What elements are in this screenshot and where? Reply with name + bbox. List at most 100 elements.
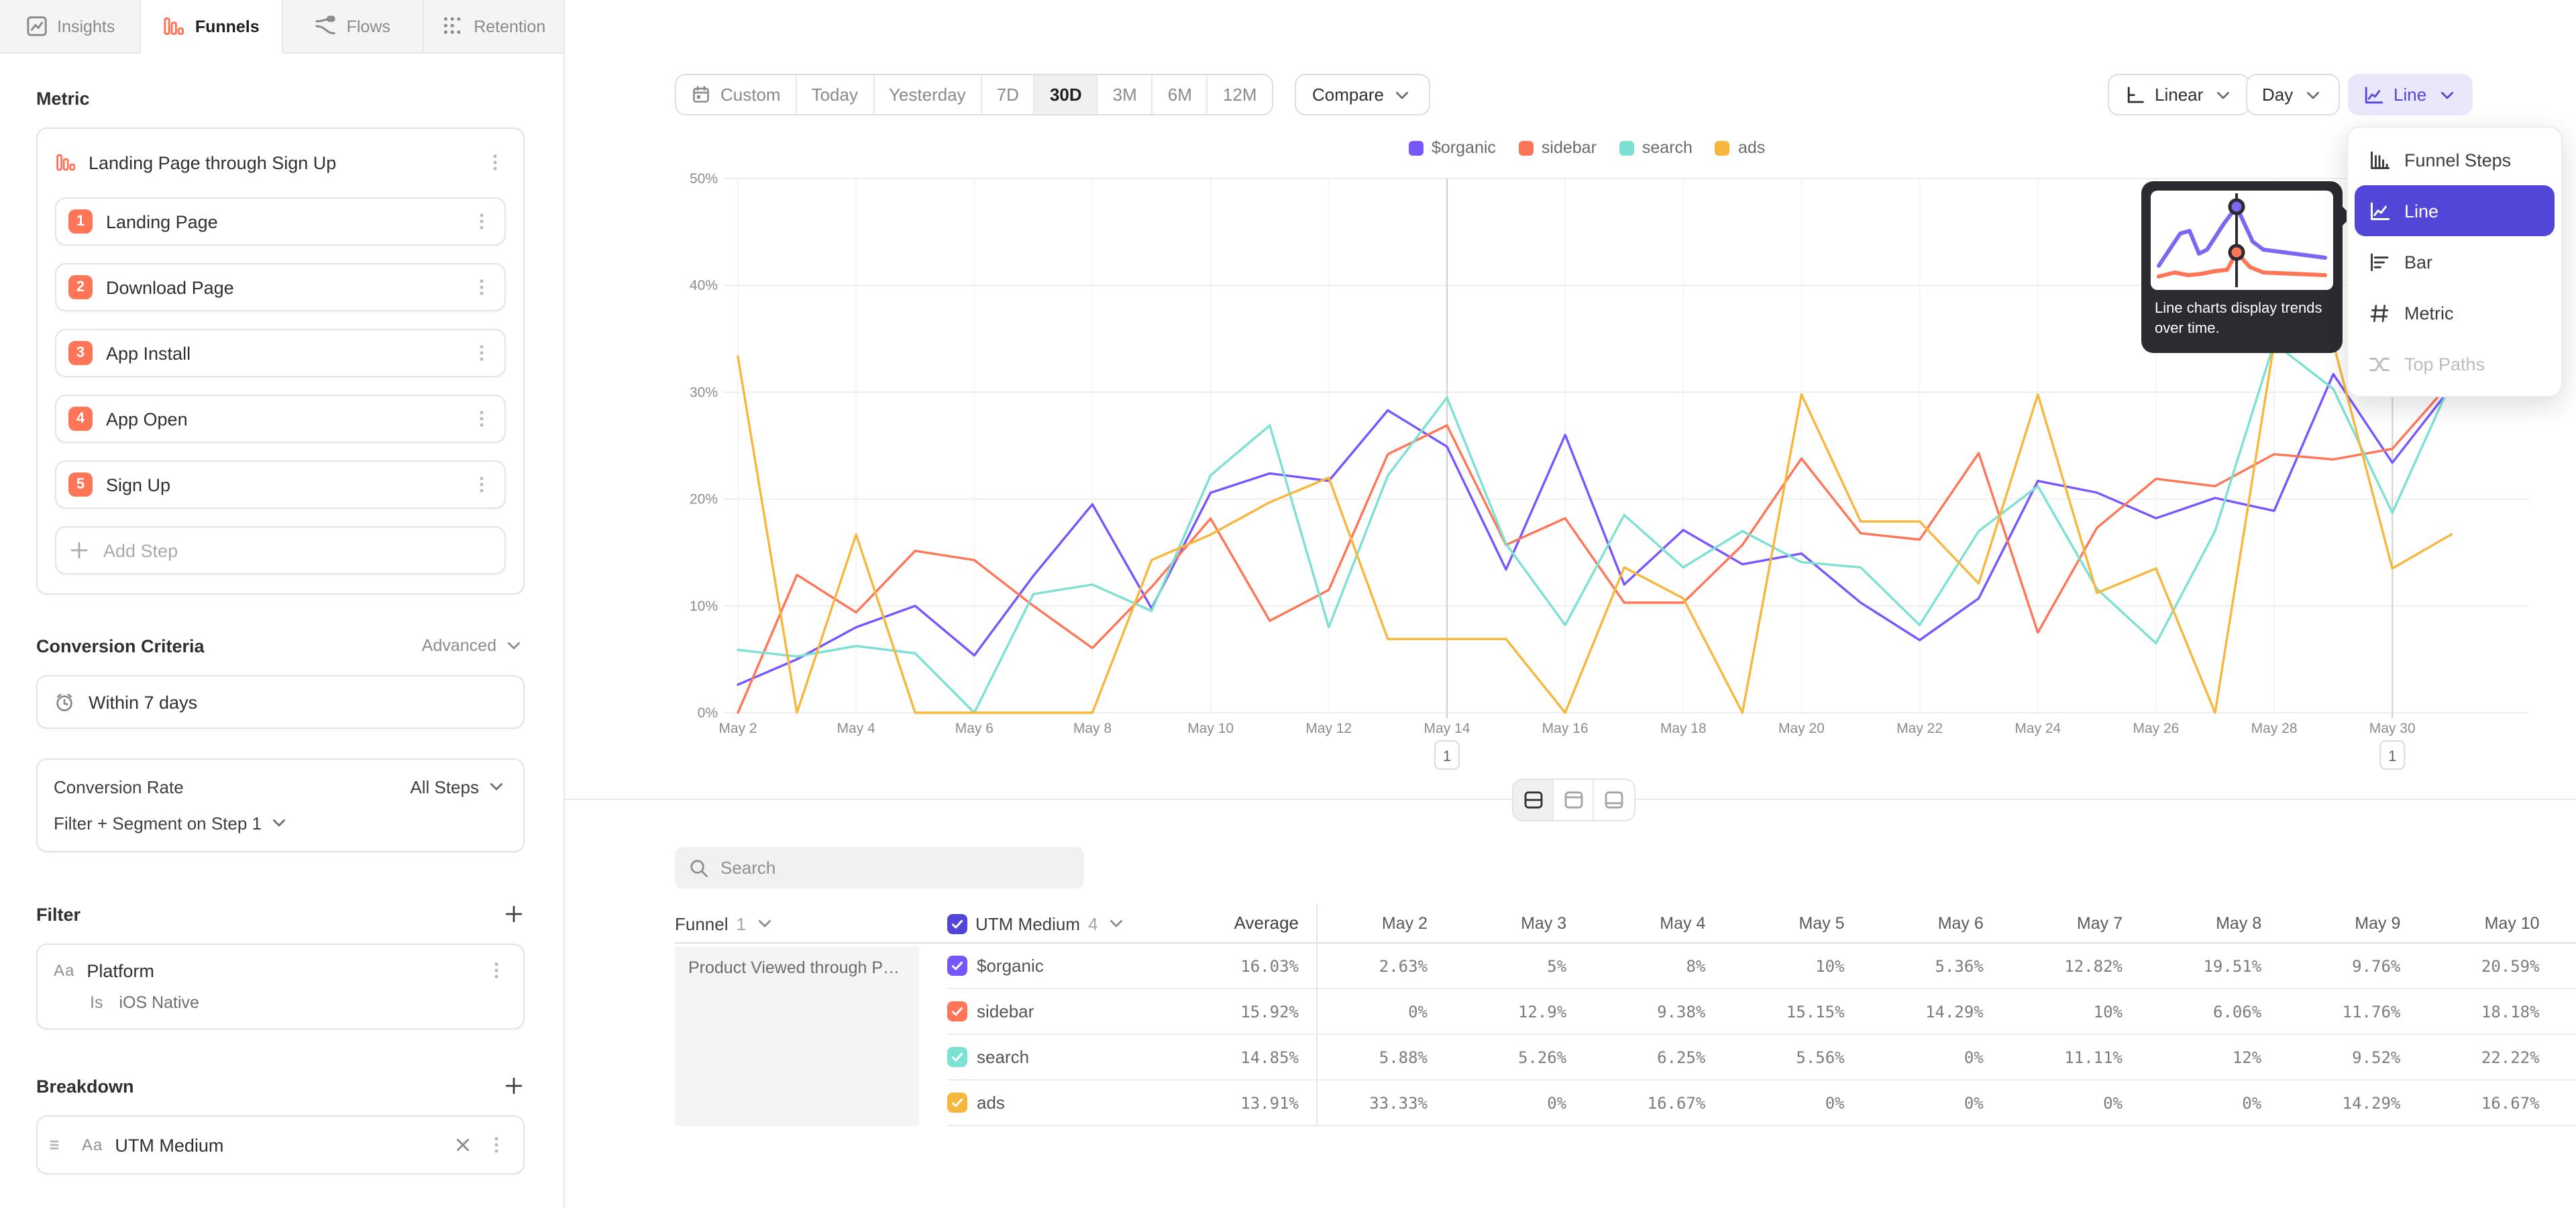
filter-operator[interactable]: Is (90, 993, 103, 1012)
kebab-icon[interactable] (471, 276, 492, 298)
tab-funnels[interactable]: Funnels (142, 0, 283, 54)
legend-label: search (1642, 138, 1693, 157)
tab-flows[interactable]: Flows (282, 0, 424, 52)
row-checkbox[interactable] (947, 1093, 967, 1113)
breakdown-table: Funnel 1 UTM Medium 4 Average May 2 May 3… (675, 903, 2576, 1131)
date-header-may-6[interactable]: May 6 (1856, 903, 1984, 944)
legend-search[interactable]: search (1619, 138, 1693, 157)
y-tick-label: 20% (690, 492, 718, 507)
date-header-may-10[interactable]: May 10 (2412, 903, 2540, 944)
date-header-may-3[interactable]: May 3 (1439, 903, 1566, 944)
chart-type-dropdown[interactable]: Line (2348, 74, 2472, 115)
date-header-may-7[interactable]: May 7 (1995, 903, 2123, 944)
filter-heading: Filter (36, 903, 525, 925)
kebab-icon[interactable] (471, 408, 492, 430)
menu-item-bar[interactable]: Bar (2355, 236, 2555, 287)
funnel-column-header[interactable]: Funnel 1 (675, 903, 775, 944)
legend-organic[interactable]: $organic (1409, 138, 1496, 157)
date-header-may-5[interactable]: May 5 (1717, 903, 1845, 944)
date-header-may-9[interactable]: May 9 (2273, 903, 2400, 944)
advanced-toggle[interactable]: Advanced (422, 635, 525, 656)
x-tick-label: May 20 (1778, 721, 1825, 736)
range-yesterday[interactable]: Yesterday (874, 75, 982, 114)
series-ads[interactable] (738, 343, 2451, 713)
conversion-window[interactable]: Within 7 days (36, 675, 525, 729)
breakdown-utm-card[interactable]: Aa UTM Medium (36, 1115, 525, 1174)
add-filter-button[interactable] (503, 903, 525, 925)
row-checkbox[interactable] (947, 1047, 967, 1067)
kebab-icon[interactable] (486, 960, 507, 981)
menu-item-top-paths[interactable]: Top Paths (2355, 338, 2555, 389)
row-value: 5.36% (1856, 944, 1984, 989)
row-checkbox[interactable] (947, 956, 967, 976)
metric-card: Landing Page through Sign Up 1Landing Pa… (36, 128, 525, 595)
granularity-dropdown[interactable]: Day (2246, 74, 2340, 115)
table-search[interactable] (675, 847, 1084, 889)
average-column-header[interactable]: Average (1171, 903, 1299, 944)
kebab-icon[interactable] (471, 211, 492, 232)
range-custom[interactable]: Custom (676, 75, 797, 114)
funnel-step-1[interactable]: 1Landing Page (55, 197, 506, 246)
legend-sidebar[interactable]: sidebar (1519, 138, 1597, 157)
breakdown-column-header[interactable]: UTM Medium 4 (947, 903, 1128, 944)
legend-ads[interactable]: ads (1715, 138, 1765, 157)
row-label: $organic (977, 944, 1044, 989)
table-row-sidebar: sidebar15.92%0%12.9%9.38%15.15%14.29%10%… (947, 989, 2576, 1035)
row-value: 22.22% (2412, 1035, 2540, 1080)
kebab-icon[interactable] (471, 474, 492, 495)
funnel-step-5[interactable]: 5Sign Up (55, 460, 506, 509)
kebab-icon[interactable] (484, 152, 506, 173)
remove-breakdown-button[interactable] (452, 1134, 474, 1156)
funnel-step-4[interactable]: 4App Open (55, 395, 506, 443)
x-tick-label: May 26 (2133, 721, 2179, 736)
add-step-button[interactable]: Add Step (55, 526, 506, 574)
all-steps-dropdown[interactable]: All Steps (410, 776, 507, 797)
tab-retention[interactable]: Retention (424, 0, 566, 52)
range-6m[interactable]: 6M (1153, 75, 1208, 114)
funnel-step-2[interactable]: 2Download Page (55, 263, 506, 311)
x-tick-label: May 12 (1305, 721, 1352, 736)
row-value: 19.51% (2134, 944, 2261, 989)
add-breakdown-button[interactable] (503, 1075, 525, 1097)
split-view-toggle[interactable] (1513, 780, 1554, 820)
menu-item-metric[interactable]: Metric (2355, 287, 2555, 338)
range-3m[interactable]: 3M (1098, 75, 1153, 114)
kebab-icon[interactable] (486, 1134, 507, 1156)
search-input[interactable] (720, 858, 1071, 878)
range-30d[interactable]: 30D (1035, 75, 1098, 114)
row-checkbox[interactable] (947, 1001, 967, 1021)
date-header-may-2[interactable]: May 2 (1300, 903, 1428, 944)
filter-segment-label: Filter + Segment on Step 1 (54, 813, 262, 833)
tab-insights[interactable]: Insights (0, 0, 142, 52)
funnel-step-3[interactable]: 3App Install (55, 329, 506, 377)
funnel-title-row[interactable]: Landing Page through Sign Up (55, 145, 506, 180)
kebab-icon[interactable] (471, 342, 492, 364)
filter-value[interactable]: iOS Native (119, 993, 199, 1012)
date-header-may-8[interactable]: May 8 (2134, 903, 2261, 944)
bar-chart-icon (2368, 250, 2391, 273)
compare-button[interactable]: Compare (1295, 74, 1431, 115)
row-average: 13.91% (1171, 1080, 1299, 1126)
table-view-toggle[interactable] (1594, 780, 1634, 820)
range-7d[interactable]: 7D (982, 75, 1035, 114)
breakdown-select-all-checkbox[interactable] (947, 913, 967, 934)
range-today[interactable]: Today (797, 75, 874, 114)
range-label: 3M (1113, 85, 1137, 105)
filter-platform-card[interactable]: Aa Platform Is iOS Native (36, 944, 525, 1029)
funnel-header-label: Funnel (675, 913, 729, 934)
chart-view-toggle[interactable] (1554, 780, 1594, 820)
drag-handle-icon[interactable] (48, 1134, 70, 1156)
string-type-icon: Aa (82, 1136, 103, 1154)
series-search[interactable] (738, 343, 2451, 713)
scale-dropdown[interactable]: Linear (2108, 74, 2250, 115)
menu-item-line[interactable]: Line (2355, 185, 2555, 236)
chevron-down-icon (2212, 84, 2234, 105)
funnel-name-cell[interactable]: Product Viewed through P… (675, 946, 919, 1126)
date-header-may-4[interactable]: May 4 (1578, 903, 1705, 944)
row-value: 0% (1856, 1080, 1984, 1126)
menu-item-label: Metric (2404, 303, 2454, 323)
range-12m[interactable]: 12M (1208, 75, 1272, 114)
menu-item-funnel-steps[interactable]: Funnel Steps (2355, 134, 2555, 185)
row-value: 6.25% (1578, 1035, 1705, 1080)
filter-segment-dropdown[interactable]: Filter + Segment on Step 1 (54, 812, 507, 834)
